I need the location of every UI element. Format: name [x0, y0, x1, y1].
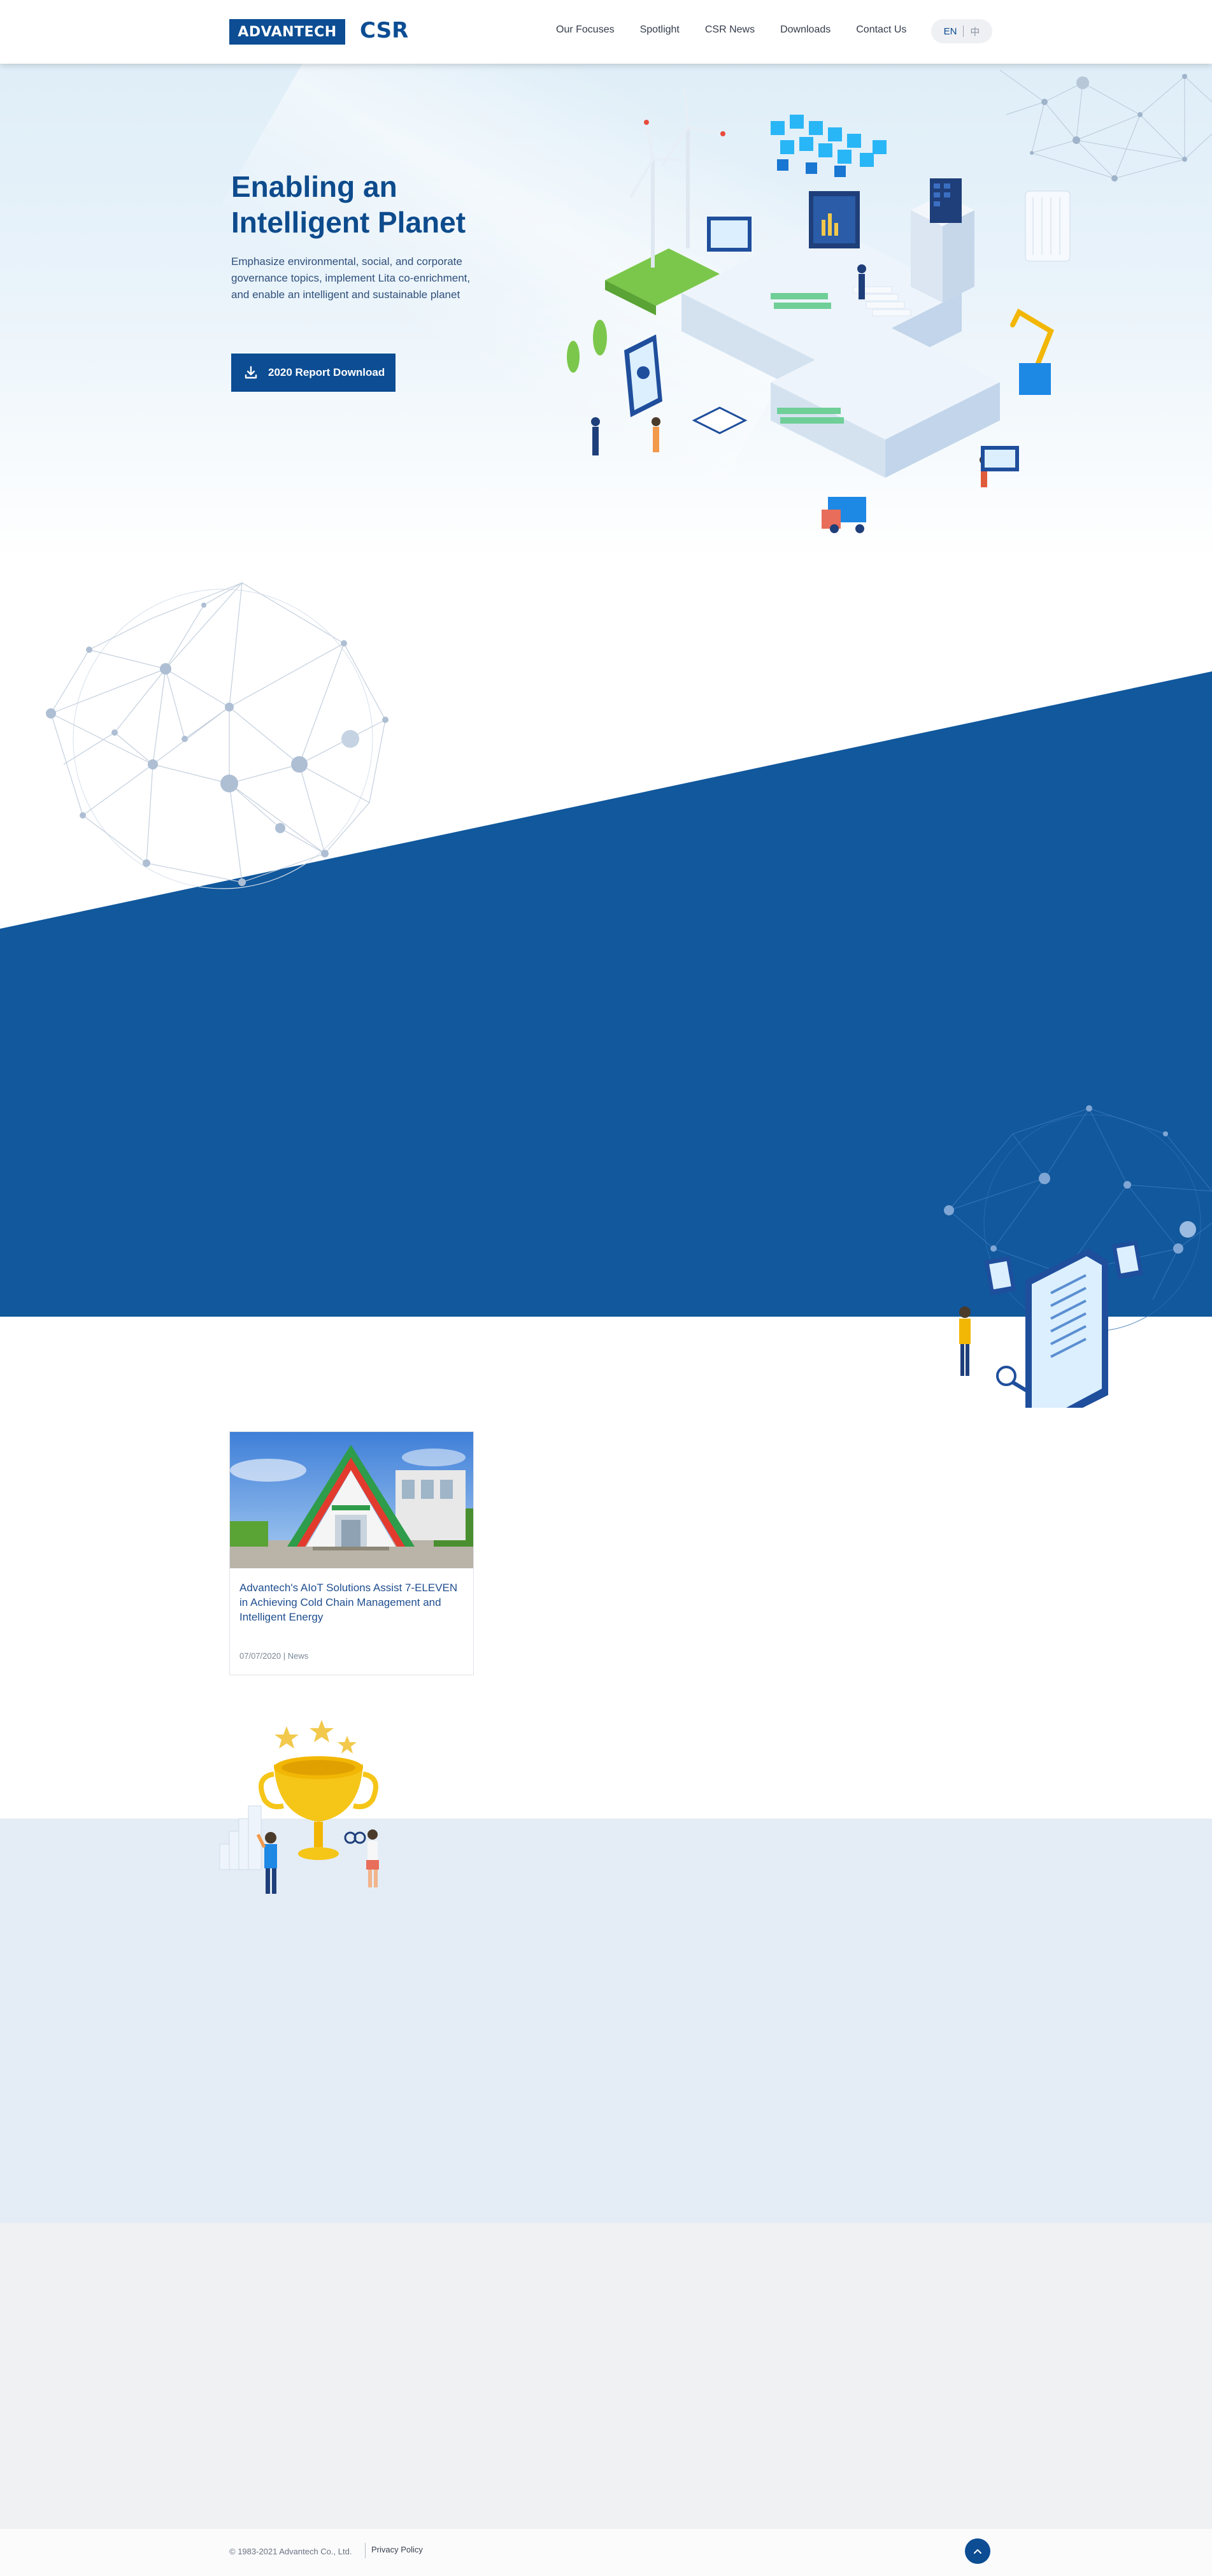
- lang-zh-button[interactable]: 中: [964, 25, 980, 38]
- lang-en-button[interactable]: EN: [944, 26, 964, 37]
- hero-title-line2: Intelligent Planet: [231, 206, 466, 239]
- page: ADVANTECH CSR Our Focuses Spotlight CSR …: [0, 0, 1212, 2576]
- language-switch: EN 中: [931, 19, 992, 43]
- light-blue-section: [0, 1819, 1212, 2223]
- grey-section: [0, 2223, 1212, 2529]
- nav-contact-us[interactable]: Contact Us: [856, 24, 906, 36]
- nav-csr-news[interactable]: CSR News: [705, 24, 755, 36]
- download-icon: [245, 366, 257, 379]
- news-date: 07/07/2020: [239, 1651, 282, 1661]
- site-title[interactable]: CSR: [360, 18, 408, 43]
- news-category: News: [287, 1651, 309, 1661]
- main-nav: Our Focuses Spotlight CSR News Downloads…: [556, 24, 932, 36]
- news-title[interactable]: Advantech's AIoT Solutions Assist 7-ELEV…: [239, 1580, 462, 1624]
- hero-title-line1: Enabling an: [231, 170, 397, 203]
- logo-text: ADVANTECH: [238, 24, 337, 40]
- back-to-top-button[interactable]: [965, 2538, 990, 2564]
- network-globe-decoration: [46, 582, 389, 889]
- nav-spotlight[interactable]: Spotlight: [640, 24, 680, 36]
- news-meta-separator: |: [283, 1651, 288, 1661]
- news-thumbnail: [230, 1432, 473, 1568]
- privacy-policy-link[interactable]: Privacy Policy: [371, 2545, 423, 2554]
- site-header: ADVANTECH CSR Our Focuses Spotlight CSR …: [0, 0, 1212, 64]
- trophy-illustration: [219, 1720, 379, 1894]
- nav-our-focuses[interactable]: Our Focuses: [556, 24, 615, 36]
- chevron-up-icon: [974, 2549, 981, 2554]
- news-card[interactable]: Advantech's AIoT Solutions Assist 7-ELEV…: [229, 1431, 474, 1675]
- report-download-label: 2020 Report Download: [268, 366, 385, 378]
- site-footer: © 1983-2021 Advantech Co., Ltd. Privacy …: [0, 2529, 1212, 2576]
- nav-downloads[interactable]: Downloads: [780, 24, 831, 36]
- news-meta: 07/07/2020 | News: [239, 1651, 308, 1661]
- hero-description: Emphasize environmental, social, and cor…: [231, 255, 471, 301]
- hero-title: Enabling an Intelligent Planet: [231, 169, 499, 240]
- copyright-text: © 1983-2021 Advantech Co., Ltd.: [229, 2547, 352, 2556]
- advantech-logo[interactable]: ADVANTECH: [229, 19, 345, 45]
- hero-banner: Enabling an Intelligent Planet Emphasize…: [0, 64, 1212, 561]
- phone-document-illustration: [944, 1105, 1212, 1408]
- footer-divider: [365, 2543, 366, 2558]
- report-download-button[interactable]: 2020 Report Download: [231, 354, 396, 392]
- smart-city-illustration: [567, 89, 1071, 533]
